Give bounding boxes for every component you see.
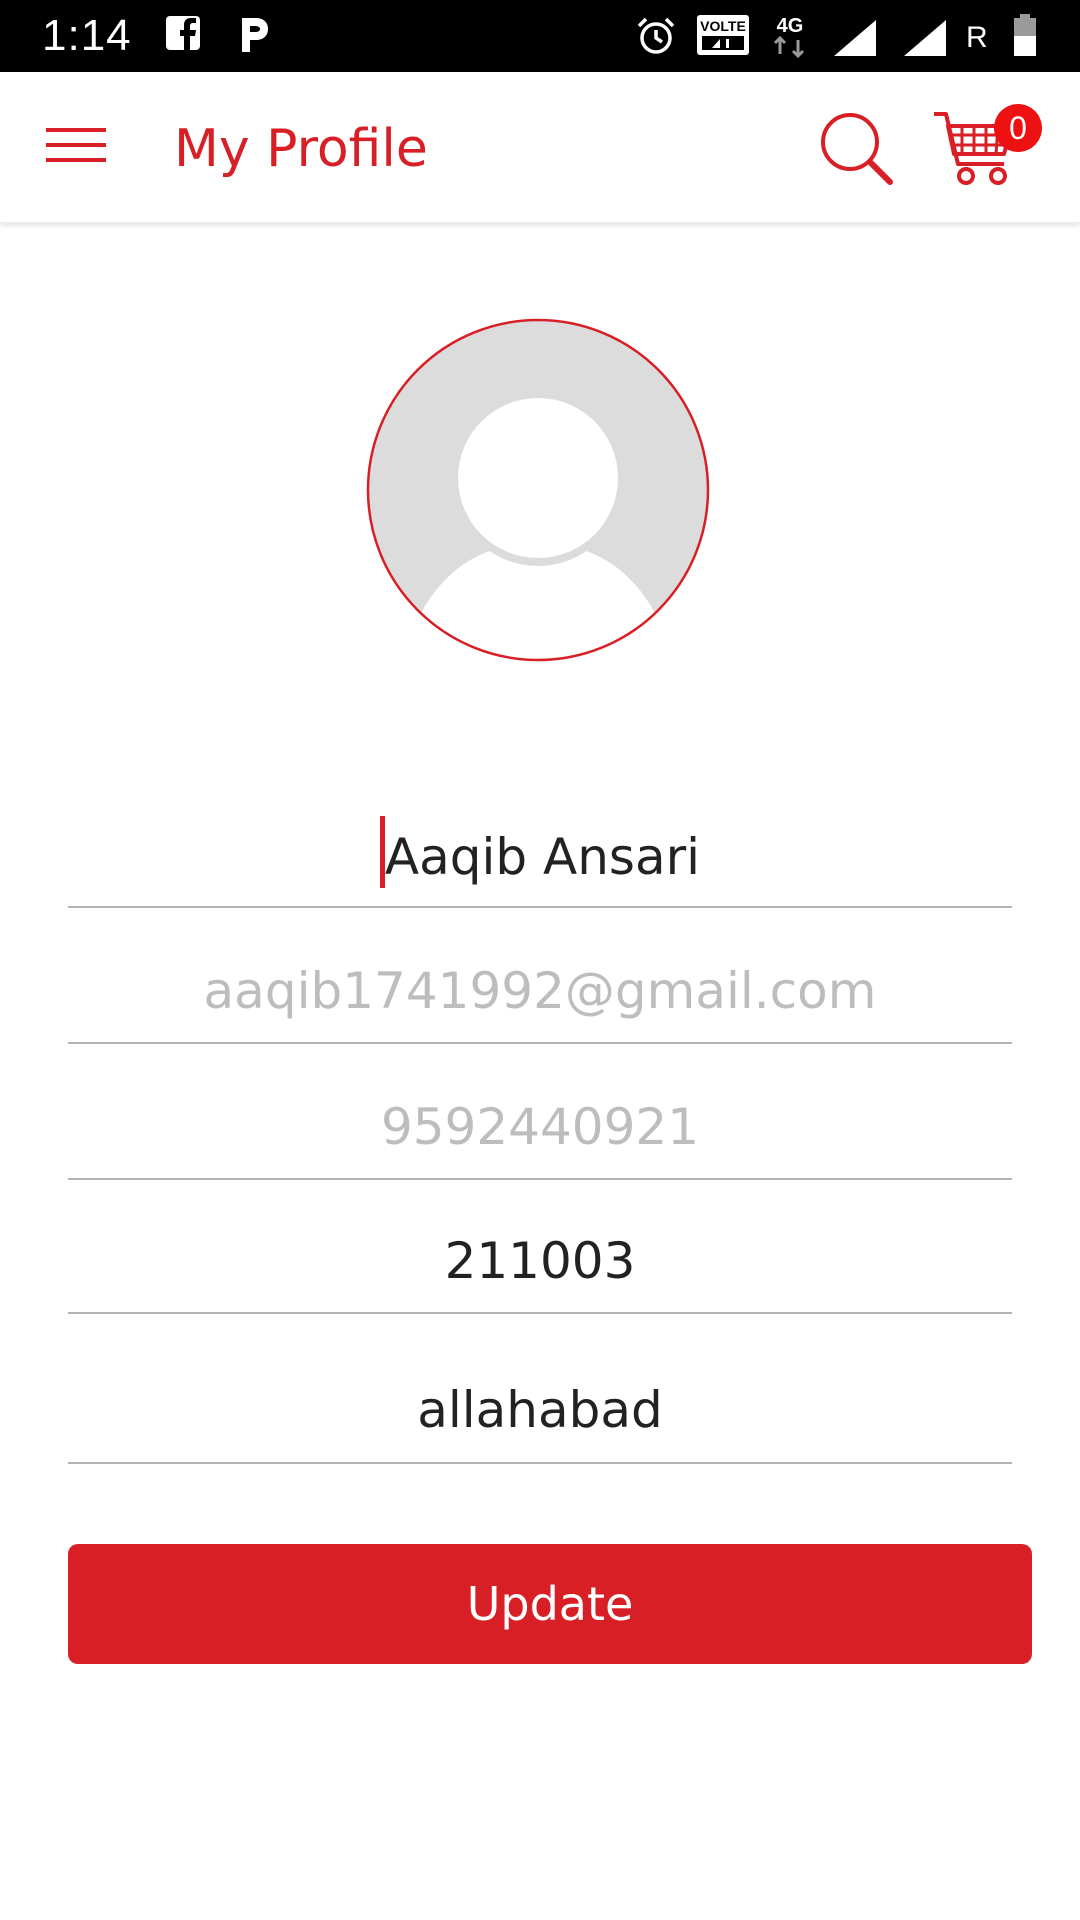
avatar-placeholder-icon [366,318,710,662]
network-4g-icon: 4G [770,12,810,62]
avatar[interactable] [366,318,710,662]
network-type-text: 4G [777,15,804,37]
roaming-indicator: R [966,21,988,54]
volte-text: VOLTE [700,18,746,34]
name-value: Aaqib Ansari [384,828,701,886]
email-value: aaqib1741992@gmail.com [203,962,877,1020]
pincode-value: 211003 [444,1232,636,1290]
cart-count-badge: 0 [994,104,1042,152]
cart-button[interactable]: 0 [932,102,1042,198]
name-field[interactable]: Aaqib Ansari [68,816,1012,908]
update-button[interactable]: Update [68,1544,1032,1664]
city-value: allahabad [417,1381,663,1439]
menu-icon-line [46,143,106,147]
email-field[interactable]: aaqib1741992@gmail.com [68,958,1012,1044]
menu-icon [46,128,106,132]
search-icon [821,113,893,185]
alarm-icon [636,16,676,60]
paytm-icon [236,14,272,58]
signal-icon [902,18,948,60]
city-field[interactable]: allahabad [68,1376,1012,1464]
volte-icon: VOLTE [696,14,750,60]
phone-field[interactable]: 9592440921 [68,1094,1012,1180]
page-title: My Profile [174,119,428,179]
battery-icon [1012,14,1038,62]
status-bar: 1:14 VOLTE 4G R [0,0,1080,72]
app-bar: My Profile 0 [0,72,1080,223]
search-button[interactable] [818,110,894,186]
status-time: 1:14 [42,11,132,60]
menu-icon-line [46,158,106,162]
pincode-field[interactable]: 211003 [68,1228,1012,1314]
facebook-icon [164,14,202,56]
menu-button[interactable] [46,128,108,168]
signal-icon [832,18,878,60]
phone-value: 9592440921 [380,1098,700,1156]
